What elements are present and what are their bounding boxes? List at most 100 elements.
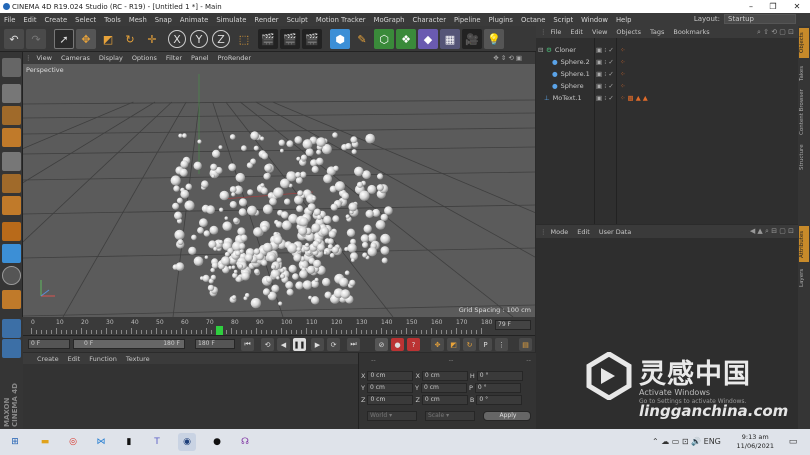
menu-character[interactable]: Character (412, 16, 446, 24)
visibility-toggle-icon[interactable]: ▣ ⁝ ✓ (596, 82, 614, 90)
next-frame-icon[interactable]: ▶ (311, 338, 324, 351)
cinema4d-taskbar-icon[interactable]: ◉ (178, 433, 196, 451)
perspective-viewport[interactable]: Perspective Grid Spacing : 100 cm (23, 64, 535, 317)
file-explorer-icon[interactable]: ▬ (36, 433, 54, 451)
rotate-tool-icon[interactable]: ↻ (120, 29, 140, 49)
polygons-mode-icon[interactable] (2, 196, 21, 215)
menu-window[interactable]: Window (581, 16, 608, 24)
chrome-icon[interactable]: ◎ (64, 433, 82, 451)
menu-mesh[interactable]: Mesh (129, 16, 147, 24)
minimize-button[interactable]: – (740, 0, 762, 13)
z-axis-lock-icon[interactable]: Z (212, 30, 230, 48)
workplane-lock-icon[interactable] (2, 290, 21, 309)
visibility-toggle-icon[interactable]: ▣ ⁝ ✓ (596, 58, 614, 66)
pause-icon[interactable]: ❚❚ (293, 338, 306, 351)
object-menu-bookmarks[interactable]: Bookmarks (673, 28, 709, 36)
light-icon[interactable]: 💡 (484, 29, 504, 49)
tab-layers[interactable]: Layers (799, 266, 809, 290)
material-menu-create[interactable]: Create (37, 355, 59, 363)
attribute-nav-icons[interactable]: ◀ ▲ ⌕ ⊟ ▢ ⊡ (750, 227, 794, 236)
edges-mode-icon[interactable] (2, 174, 21, 193)
goto-end-icon[interactable]: ⏭ (347, 338, 360, 351)
visibility-toggle-icon[interactable]: ▣ ⁝ ✓ (596, 94, 614, 102)
material-menu-texture[interactable]: Texture (126, 355, 150, 363)
key-pla-icon[interactable]: ⋮ (495, 338, 508, 351)
viewport-menu-options[interactable]: Options (132, 54, 157, 62)
menu-snap[interactable]: Snap (155, 16, 172, 24)
scale-mode-dropdown[interactable]: Scale ▾ (425, 411, 475, 421)
texture-mode-icon[interactable] (2, 106, 21, 125)
menu-mograph[interactable]: MoGraph (374, 16, 405, 24)
render-view-icon[interactable]: 🎬 (258, 29, 278, 49)
size-y-field[interactable]: 0 cm (420, 383, 467, 393)
viewport-menu-cameras[interactable]: Cameras (61, 54, 90, 62)
menu-edit[interactable]: Edit (23, 16, 36, 24)
tweak-mode-icon[interactable] (2, 244, 21, 263)
pos-x-field[interactable]: 0 cm (367, 371, 414, 381)
workplane-mode-icon[interactable] (2, 128, 21, 147)
timeline-ruler[interactable]: 0 10 20 30 40 50 60 70 80 90 100 110 120 130 140 150 160… (23, 317, 535, 335)
y-axis-lock-icon[interactable]: Y (190, 30, 208, 48)
timeline-playhead[interactable] (215, 326, 223, 335)
layer-manager-icon[interactable] (2, 339, 21, 358)
object-menu-objects[interactable]: Objects (616, 28, 641, 36)
attribute-menu-edit[interactable]: Edit (577, 228, 590, 236)
menu-script[interactable]: Script (553, 16, 573, 24)
viewport-menu-filter[interactable]: Filter (166, 54, 182, 62)
pos-y-field[interactable]: 0 cm (366, 383, 413, 393)
menu-render[interactable]: Render (254, 16, 278, 24)
current-frame-field[interactable]: 79 F (495, 320, 531, 330)
viewport-nav-icons[interactable]: ✥ ⇕ ⟲ ▣ (493, 54, 522, 62)
object-row-sphere2[interactable]: ● Sphere.2 ▣ ⁝ ✓ ⁘ (536, 56, 798, 67)
viewport-menu-display[interactable]: Display (99, 54, 123, 62)
object-nav-icons[interactable]: ⌕ ⇧ ⟲ ▢ ⊡ (757, 28, 794, 37)
pen-spline-icon[interactable]: ✎ (352, 29, 372, 49)
viewport-menu-view[interactable]: View (37, 54, 52, 62)
goto-start-icon[interactable]: ⏮ (241, 338, 254, 351)
object-menu-view[interactable]: View (592, 28, 607, 36)
render-settings-icon[interactable]: 🎬 (302, 29, 322, 49)
size-x-field[interactable]: 0 cm (421, 371, 468, 381)
render-to-picture-viewer-icon[interactable]: 🎬 (280, 29, 300, 49)
menu-file[interactable]: File (4, 16, 15, 24)
menu-simulate[interactable]: Simulate (216, 16, 246, 24)
obs-icon[interactable]: ● (208, 433, 226, 451)
taskbar-clock[interactable]: 9:13 am 11/06/2021 (737, 433, 774, 451)
layout-dropdown[interactable]: Startup (724, 14, 796, 24)
prev-frame-icon[interactable]: ◀ (277, 338, 290, 351)
tab-structure[interactable]: Structure (799, 140, 809, 174)
rot-h-field[interactable]: 0 ° (476, 371, 523, 381)
floor-scene-icon[interactable]: ▦ (440, 29, 460, 49)
expand-icon[interactable]: ⊟ (538, 46, 546, 54)
menu-pipeline[interactable]: Pipeline (454, 16, 481, 24)
rot-p-field[interactable]: 0 ° (474, 383, 521, 393)
apply-button[interactable]: Apply (483, 411, 531, 421)
material-manager-area[interactable] (23, 364, 358, 429)
next-key-icon[interactable]: ⟳ (327, 338, 340, 351)
object-menu-edit[interactable]: Edit (570, 28, 583, 36)
size-z-field[interactable]: 0 cm (421, 395, 468, 405)
menu-sculpt[interactable]: Sculpt (287, 16, 308, 24)
live-selection-icon[interactable]: ✛ (142, 29, 162, 49)
move-tool-icon[interactable]: ✥ (76, 29, 96, 49)
visibility-toggle-icon[interactable]: ▣ ⁝ ✓ (596, 70, 614, 78)
end-frame-field[interactable]: 180 F (195, 339, 235, 349)
object-row-sphere[interactable]: ● Sphere ▣ ⁝ ✓ ⁘ (536, 80, 798, 91)
system-tray-icons[interactable]: ⌃ ☁ ▭ ⊡ 🔊 ENG (652, 437, 721, 446)
viewport-menu-prorender[interactable]: ProRender (218, 54, 251, 62)
deformer-icon[interactable]: ◆ (418, 29, 438, 49)
material-menu-edit[interactable]: Edit (68, 355, 81, 363)
windows-start-icon[interactable]: ⊞ (6, 433, 24, 451)
maximize-button[interactable]: ❐ (762, 0, 784, 13)
points-mode-icon[interactable] (2, 152, 21, 171)
viewport-menu-panel[interactable]: Panel (191, 54, 209, 62)
coordinate-system-icon[interactable]: ⬚ (234, 29, 254, 49)
make-editable-icon[interactable] (2, 58, 21, 77)
tab-takes[interactable]: Takes (799, 62, 809, 84)
object-row-sphere1[interactable]: ● Sphere.1 ▣ ⁝ ✓ ⁘ (536, 68, 798, 79)
camera-icon[interactable]: 🎥 (462, 29, 482, 49)
object-row-cloner[interactable]: ⊟ ⚙ Cloner ▣ ⁝ ✓ ⁘ (536, 44, 798, 55)
x-axis-lock-icon[interactable]: X (168, 30, 186, 48)
menu-animate[interactable]: Animate (180, 16, 208, 24)
array-generator-icon[interactable]: ❖ (396, 29, 416, 49)
